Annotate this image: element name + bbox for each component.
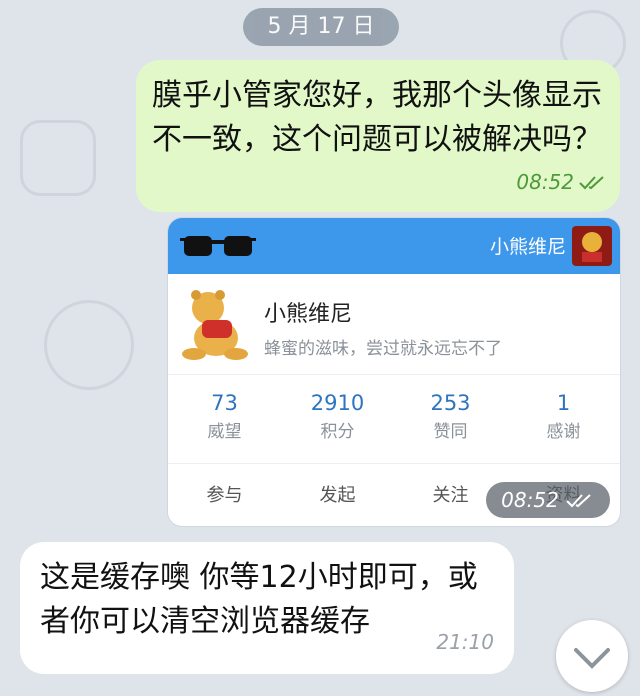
header-avatar	[572, 226, 612, 266]
message-meta: 08:52	[516, 160, 608, 204]
glasses-logo-icon	[180, 236, 256, 256]
background-doodle	[44, 300, 134, 390]
chevron-down-icon	[574, 648, 610, 669]
message-time: 08:52	[501, 488, 559, 512]
date-separator: 5 月 17 日	[243, 8, 399, 46]
incoming-message-bubble[interactable]: 这是缓存噢 你等12小时即可，或者你可以清空浏览器缓存 21:10	[20, 542, 514, 674]
message-time: 08:52	[516, 170, 574, 194]
stat-item: 73 威望	[168, 375, 281, 463]
profile-name: 小熊维尼	[264, 302, 353, 327]
card-header: 小熊维尼	[168, 218, 620, 274]
stat-item: 2910 积分	[281, 375, 394, 463]
pooh-avatar	[182, 290, 248, 360]
stat-value: 1	[556, 391, 571, 415]
message-time: 21:10	[436, 630, 494, 654]
header-username: 小熊维尼	[489, 236, 566, 258]
stat-item: 253 赞同	[394, 375, 507, 463]
stat-value: 2910	[310, 391, 365, 415]
stat-label: 赞同	[433, 422, 468, 442]
double-check-icon	[579, 176, 604, 190]
screenshot-image-message[interactable]: 小熊维尼 小熊维尼 蜂蜜的滋味，尝过就永远忘不了 73 威望 2910 积分 2…	[168, 218, 620, 526]
stats-row: 73 威望 2910 积分 253 赞同 1 感谢	[168, 375, 620, 464]
background-doodle	[20, 120, 96, 196]
double-check-icon	[566, 494, 591, 508]
message-text: 这是缓存噢 你等12小时即可，或者你可以清空浏览器缓存	[40, 560, 478, 639]
stat-label: 感谢	[546, 422, 581, 442]
stat-value: 253	[430, 391, 471, 415]
stat-value: 73	[211, 391, 238, 415]
tab-initiate: 发起	[319, 485, 356, 506]
message-text: 膜乎小管家您好，我那个头像显示不一致，这个问题可以被解决吗？	[152, 78, 602, 157]
outgoing-message-bubble[interactable]: 膜乎小管家您好，我那个头像显示不一致，这个问题可以被解决吗？ 08:52	[136, 60, 620, 212]
scroll-to-bottom-button[interactable]	[556, 620, 628, 692]
profile-bio: 蜂蜜的滋味，尝过就永远忘不了	[264, 339, 502, 359]
stat-label: 积分	[320, 422, 355, 442]
stat-item: 1 感谢	[507, 375, 620, 463]
image-time-badge: 08:52	[486, 482, 610, 518]
stat-label: 威望	[207, 422, 242, 442]
tab-participate: 参与	[206, 485, 243, 506]
profile-section: 小熊维尼 蜂蜜的滋味，尝过就永远忘不了	[168, 274, 620, 375]
